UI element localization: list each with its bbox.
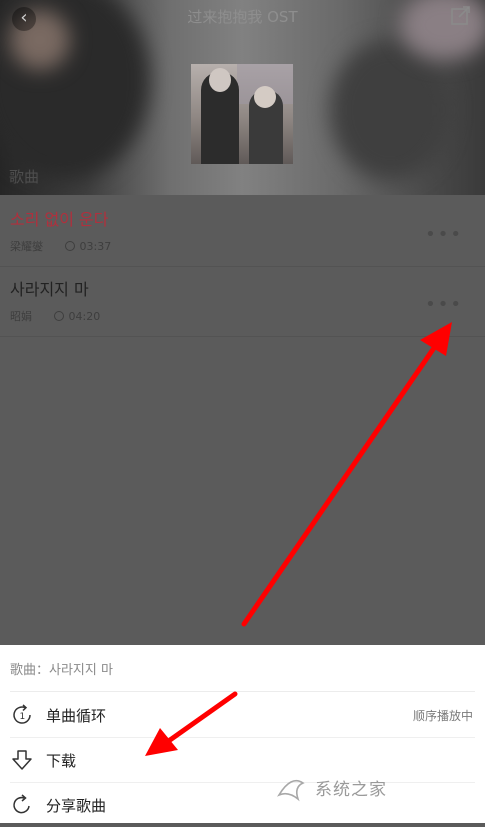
- menu-label: 单曲循环: [46, 707, 107, 725]
- song-title: 소리 없이 운다: [10, 210, 109, 229]
- share-song-icon: [13, 794, 30, 814]
- menu-label: 分享歌曲: [46, 797, 107, 815]
- song-row[interactable]: 사라지지 마 昭娟 04:20 •••: [0, 266, 485, 337]
- song-meta: 梁耀燮 03:37: [10, 238, 111, 254]
- clock-icon: [64, 241, 75, 251]
- song-artist: 梁耀燮: [10, 240, 43, 253]
- action-sheet: 歌曲：사라지지 마 1 单曲循环 顺序播放中 下载 分享歌曲: [0, 645, 485, 823]
- play-mode-status: 顺序播放中: [412, 709, 473, 723]
- download-icon: [12, 750, 32, 770]
- album-header: ‹ 过来抱抱我 OST 歌曲: [0, 0, 485, 195]
- annotation-arrow: [241, 342, 439, 627]
- song-duration: 04:20: [68, 310, 101, 323]
- share-song-button[interactable]: 分享歌曲: [0, 783, 485, 827]
- svg-text:1: 1: [20, 712, 26, 722]
- more-icon[interactable]: •••: [425, 224, 463, 245]
- menu-label: 下载: [46, 752, 77, 770]
- song-artist: 昭娟: [10, 310, 32, 323]
- clock-icon: [53, 311, 64, 321]
- more-icon[interactable]: •••: [425, 294, 463, 315]
- section-label: 歌曲: [9, 168, 40, 186]
- watermark-text: 系统之家: [315, 780, 387, 800]
- share-icon[interactable]: [451, 6, 471, 26]
- repeat-one-icon: 1: [13, 704, 31, 724]
- header-bg-blur: [330, 40, 450, 180]
- song-meta: 昭娟 04:20: [10, 308, 100, 324]
- song-duration: 03:37: [79, 240, 112, 253]
- watermark-logo-icon: [277, 779, 305, 802]
- sheet-song-label: 歌曲：사라지지 마: [10, 663, 113, 678]
- repeat-one-button[interactable]: 1 单曲循环 顺序播放中: [0, 693, 485, 737]
- download-button[interactable]: 下载: [0, 738, 485, 782]
- song-title: 사라지지 마: [10, 280, 89, 299]
- album-cover: [191, 64, 293, 164]
- song-row[interactable]: 소리 없이 운다 梁耀燮 03:37 •••: [0, 196, 485, 267]
- page-title: 过来抱抱我 OST: [187, 8, 298, 26]
